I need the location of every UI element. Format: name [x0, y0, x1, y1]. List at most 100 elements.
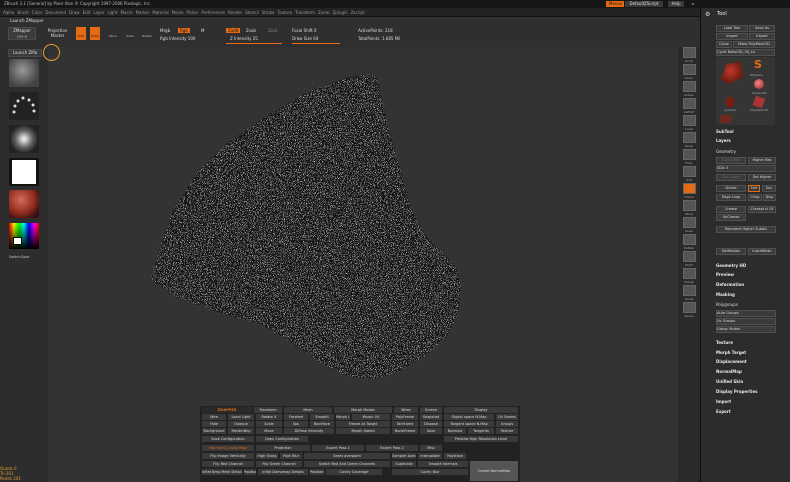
- texture-section[interactable]: Texture: [716, 340, 733, 345]
- sps-toggle[interactable]: Sps: [284, 421, 308, 427]
- display-properties-section[interactable]: Display Properties: [716, 389, 757, 394]
- mrgb-button[interactable]: Mrgb: [160, 28, 170, 33]
- layers-section[interactable]: Layers: [716, 138, 731, 143]
- draw-button[interactable]: Draw: [90, 27, 100, 40]
- interpolate-toggle[interactable]: Interpolate: [418, 453, 442, 459]
- help-button[interactable]: Help: [668, 1, 684, 7]
- smooth-toggle[interactable]: Smooth: [310, 414, 334, 420]
- deformation-section[interactable]: Deformation: [716, 282, 744, 287]
- scale-button[interactable]: Scale: [124, 27, 136, 40]
- dispose-button[interactable]: Dispose: [420, 421, 442, 427]
- export-section[interactable]: Export: [716, 409, 731, 414]
- scroll-icon[interactable]: [683, 47, 696, 58]
- seam-overpaint-slider[interactable]: Seam overpaint: [304, 453, 390, 459]
- morph-target-section[interactable]: Morph Target: [716, 350, 746, 355]
- local-light-toggle[interactable]: Local Light: [228, 414, 254, 420]
- persp-icon[interactable]: [683, 132, 696, 143]
- morph-uv-slider[interactable]: Morph UV: [352, 414, 390, 420]
- tab-display[interactable]: Display: [444, 407, 518, 413]
- snapshot-button[interactable]: Snapshot: [420, 414, 442, 420]
- make-polymesh-button[interactable]: Make PolyMesh3D: [733, 41, 775, 48]
- raytrace-toggle[interactable]: Raytrace: [444, 453, 466, 459]
- menu-render[interactable]: Render: [228, 10, 242, 15]
- z-intensity-slider[interactable]: Z Intensity 25: [230, 36, 258, 41]
- local-icon[interactable]: [683, 115, 696, 126]
- menu-marker[interactable]: Marker: [136, 10, 150, 15]
- faceted-toggle[interactable]: Faceted: [284, 414, 308, 420]
- menu-transform[interactable]: Transform: [295, 10, 315, 15]
- opaque-toggle[interactable]: Opaque: [228, 421, 254, 427]
- tangent-space-nmap-toggle[interactable]: Tangent space N.Map: [444, 421, 494, 427]
- polyframe-toggle[interactable]: PolyFrame: [392, 414, 418, 420]
- tangents-toggle[interactable]: Tangents: [468, 428, 494, 434]
- save-configuration-button[interactable]: Save Configuration: [202, 436, 254, 442]
- rotate-button[interactable]: Rotate: [141, 27, 153, 40]
- preview-section[interactable]: Preview: [716, 272, 734, 277]
- actual-icon[interactable]: [683, 81, 696, 92]
- zcut-button[interactable]: Zcut: [268, 28, 277, 33]
- normals-toggle[interactable]: Normals: [444, 428, 466, 434]
- menu-material[interactable]: Material: [152, 10, 168, 15]
- rgb-button[interactable]: Rgb: [178, 28, 190, 33]
- tab-wires[interactable]: Wires: [394, 407, 418, 413]
- aahalf-icon[interactable]: [683, 98, 696, 109]
- rotate-icon[interactable]: [683, 234, 696, 245]
- menu-zscript[interactable]: Zscript: [351, 10, 365, 15]
- menu-edit[interactable]: Edit: [83, 10, 91, 15]
- move-slider[interactable]: Move: [256, 428, 282, 434]
- floor-icon[interactable]: [683, 149, 696, 160]
- del-hidden-button[interactable]: DelHidden: [716, 248, 746, 255]
- export-button[interactable]: Export: [749, 33, 775, 40]
- subtool-section[interactable]: SubTool: [716, 129, 734, 134]
- wire-toggle[interactable]: Wire: [202, 414, 226, 420]
- groups-toggle[interactable]: Groups: [496, 421, 518, 427]
- color-picker[interactable]: [9, 223, 39, 249]
- menu-macro[interactable]: Macro: [120, 10, 132, 15]
- tab-screen[interactable]: Screen: [420, 407, 442, 413]
- uv-seams-toggle[interactable]: UV Seams: [496, 414, 518, 420]
- menus-button[interactable]: Menus: [606, 1, 624, 7]
- frame-icon[interactable]: [683, 183, 696, 194]
- projection-master-button[interactable]: Projection Master: [44, 28, 71, 40]
- move-icon[interactable]: [683, 200, 696, 211]
- m-button[interactable]: M: [201, 28, 204, 33]
- morph-speed-slider[interactable]: Morph Speed: [336, 428, 390, 434]
- uncrease-button[interactable]: UnCrease: [716, 214, 746, 221]
- active-tool-thumb[interactable]: [720, 61, 744, 84]
- backface-toggle[interactable]: Backface: [310, 421, 334, 427]
- open-configuration-button[interactable]: Open Configuration: [256, 436, 308, 442]
- menu-stroke[interactable]: Stroke: [262, 10, 275, 15]
- reproject-button[interactable]: Reproject Higher Subdiv: [716, 226, 776, 233]
- window-controls[interactable]: ▫ ▢: [687, 1, 699, 12]
- tab-normal-cavity-map[interactable]: Normal & Cavity Map: [202, 445, 254, 451]
- disp-button[interactable]: Disp: [763, 194, 776, 201]
- sampler-average-slider[interactable]: Sampler Average: [392, 453, 416, 459]
- menu-layer[interactable]: Layer: [93, 10, 104, 15]
- import-button[interactable]: Import: [716, 33, 748, 40]
- displacement-section[interactable]: Displacement: [716, 359, 747, 364]
- smooth-normals-slider[interactable]: Smooth Normals: [418, 461, 468, 467]
- render-bkp-button[interactable]: RenderBkp: [228, 428, 254, 434]
- current-tool-slider[interactable]: Cycle Ballot3D_36_44: [716, 49, 775, 56]
- object-space-nmap-toggle[interactable]: Object space N.Map: [444, 414, 494, 420]
- masking-section[interactable]: Masking: [716, 292, 735, 297]
- tab-projection[interactable]: Projection: [256, 445, 310, 451]
- alpha-icon[interactable]: [9, 125, 39, 153]
- zoom-icon[interactable]: [683, 64, 696, 75]
- menu-brush[interactable]: Brush: [17, 10, 29, 15]
- group-visible-button[interactable]: Group Visible: [716, 326, 776, 333]
- edge-loop-button[interactable]: Edge Loop: [716, 194, 746, 201]
- stroke-icon[interactable]: [9, 92, 39, 120]
- zsphere-thumb[interactable]: S: [754, 59, 766, 71]
- crease-level-slider[interactable]: CreaseLvl 15: [748, 206, 776, 213]
- menu-picker[interactable]: Picker: [186, 10, 198, 15]
- polyf-icon[interactable]: [683, 251, 696, 262]
- tab-transform[interactable]: Transform: [254, 407, 282, 413]
- scale-slider[interactable]: Scale: [256, 421, 282, 427]
- save-button[interactable]: Save: [420, 428, 442, 434]
- ghost-icon[interactable]: [683, 285, 696, 296]
- focal-shift-slider[interactable]: Focal Shift 0: [292, 28, 317, 33]
- diffuse-intensity-slider[interactable]: Diffuse Intensity: [284, 428, 334, 434]
- auto-groups-button[interactable]: Auto Groups: [716, 310, 776, 317]
- inflat-bmp-slider[interactable]: Inflat Bmp Mesh Details: [202, 469, 242, 475]
